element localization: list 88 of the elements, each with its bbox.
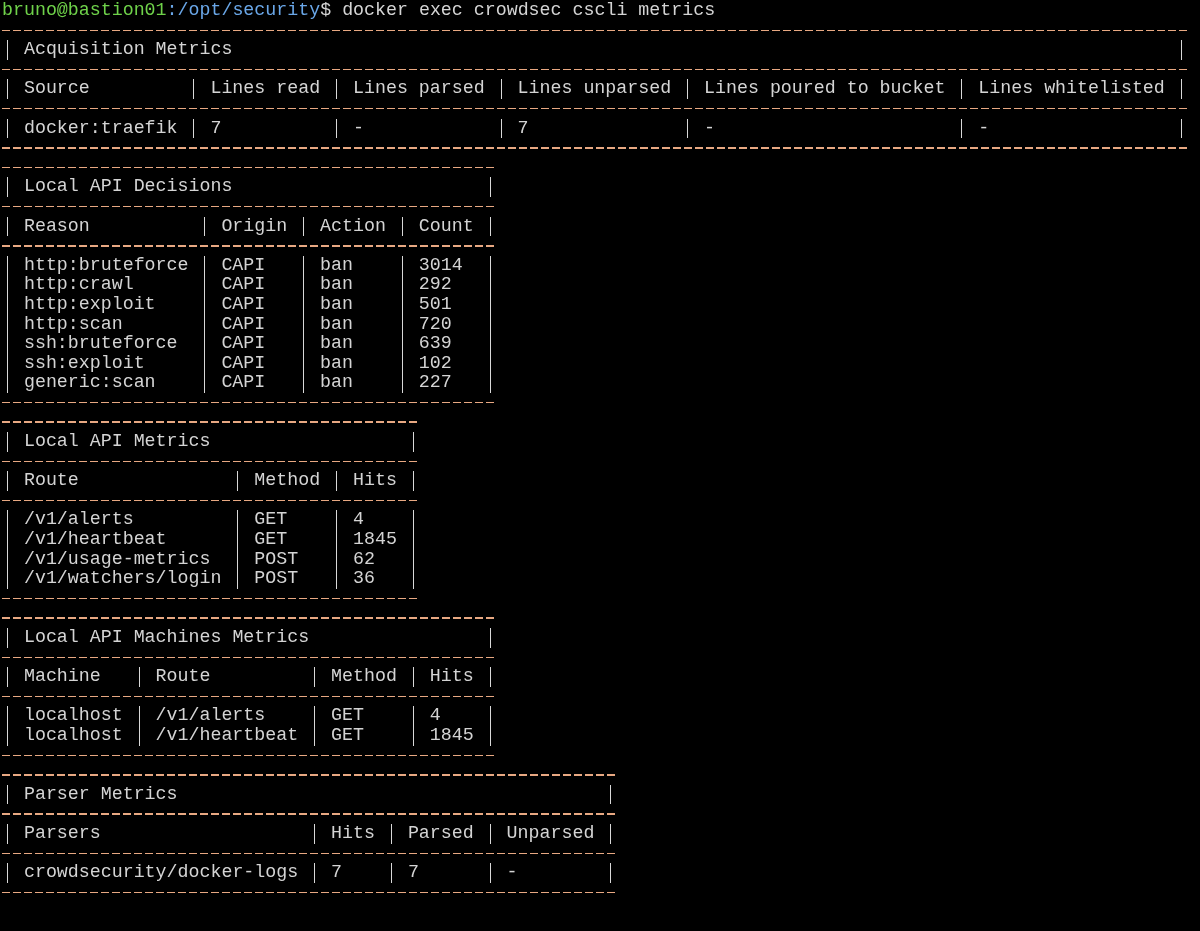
table-cell: 7 bbox=[517, 117, 529, 138]
column-header: Source bbox=[23, 78, 90, 99]
prompt-path: :/opt/security bbox=[166, 0, 321, 20]
column-header: Lines whitelisted bbox=[978, 78, 1165, 99]
prompt-user-host: bruno@bastion01 bbox=[2, 0, 167, 20]
command-text: docker exec crowdsec cscli metrics bbox=[342, 0, 716, 20]
table-cell: 292 bbox=[418, 274, 452, 295]
table-cell: CAPI bbox=[221, 333, 266, 354]
column-header: Unparsed bbox=[506, 822, 595, 843]
column-header: Reason bbox=[23, 215, 90, 236]
table-title: Local API Decisions bbox=[23, 176, 233, 197]
table-cell: ban bbox=[320, 313, 354, 334]
table-cell: /v1/usage-metrics bbox=[23, 548, 211, 569]
table-cell: crowdsecurity/docker-logs bbox=[23, 862, 299, 883]
table-cell: docker:traefik bbox=[23, 117, 178, 138]
table-cell: GET bbox=[331, 724, 364, 745]
table-cell: CAPI bbox=[221, 254, 266, 275]
table-cell: POST bbox=[254, 568, 299, 589]
column-header: Count bbox=[418, 215, 474, 236]
table-title: Acquisition Metrics bbox=[23, 39, 233, 60]
table-cell: localhost bbox=[23, 705, 123, 726]
table-cell: ban bbox=[320, 352, 354, 373]
column-header: Lines poured to bucket bbox=[704, 78, 946, 99]
table-cell: ssh:bruteforce bbox=[23, 333, 178, 354]
table-cell: CAPI bbox=[221, 313, 266, 334]
table-cell: ban bbox=[320, 372, 354, 393]
column-header: Lines unparsed bbox=[517, 78, 672, 99]
table-title: Local API Metrics bbox=[23, 431, 211, 452]
table-cell: 7 bbox=[407, 862, 419, 883]
column-header: Lines parsed bbox=[353, 78, 485, 99]
table-cell: 227 bbox=[418, 372, 452, 393]
table-cell: 102 bbox=[418, 352, 452, 373]
table-cell: 7 bbox=[210, 117, 222, 138]
column-header: Route bbox=[23, 470, 79, 491]
column-header: Method bbox=[331, 666, 397, 687]
table-cell: /v1/heartbeat bbox=[23, 529, 167, 550]
table-cell: 1845 bbox=[353, 529, 397, 550]
table-cell: CAPI bbox=[221, 352, 266, 373]
table-cell: ban bbox=[320, 293, 354, 314]
table-cell: 501 bbox=[418, 293, 452, 314]
column-header: Hits bbox=[331, 822, 375, 843]
table-cell: localhost bbox=[23, 724, 123, 745]
table-cell: - bbox=[978, 117, 990, 138]
table-cell: /v1/alerts bbox=[23, 509, 134, 530]
table-title: Local API Machines Metrics bbox=[23, 627, 310, 647]
column-header: Action bbox=[320, 215, 386, 236]
table-cell: http:bruteforce bbox=[23, 254, 189, 275]
column-header: Lines read bbox=[210, 78, 321, 99]
table-cell: http:exploit bbox=[23, 293, 156, 314]
table-cell: 4 bbox=[353, 509, 364, 530]
table-cell: - bbox=[506, 862, 518, 883]
table-cell: - bbox=[704, 117, 716, 138]
table-cell: generic:scan bbox=[23, 372, 156, 393]
table-cell: /v1/watchers/login bbox=[23, 568, 222, 589]
table-cell: http:crawl bbox=[23, 274, 134, 295]
table-cell: ssh:exploit bbox=[23, 352, 145, 373]
column-header: Machine bbox=[23, 666, 101, 687]
prompt-symbol: $ bbox=[320, 0, 332, 20]
table-cell: 7 bbox=[331, 862, 343, 883]
table-cell: - bbox=[353, 117, 364, 138]
table-cell: ban bbox=[320, 274, 354, 295]
column-header: Hits bbox=[353, 470, 397, 491]
column-header: Method bbox=[254, 470, 321, 491]
column-header: Hits bbox=[429, 666, 474, 687]
column-header: Route bbox=[155, 666, 211, 687]
table-cell: CAPI bbox=[221, 293, 266, 314]
table-cell: CAPI bbox=[221, 274, 266, 295]
column-header: Origin bbox=[221, 215, 288, 236]
table-cell: /v1/heartbeat bbox=[155, 724, 299, 745]
table-cell: GET bbox=[254, 529, 288, 550]
table-cell: ban bbox=[320, 333, 354, 354]
table-title: Parser Metrics bbox=[23, 783, 178, 804]
column-header: Parsers bbox=[23, 822, 101, 843]
table-cell: 720 bbox=[418, 313, 452, 334]
table-cell: POST bbox=[254, 548, 299, 569]
table-cell: ban bbox=[320, 254, 354, 275]
table-cell: CAPI bbox=[221, 372, 266, 393]
table-cell: GET bbox=[331, 705, 364, 726]
table-cell: GET bbox=[254, 509, 288, 530]
table-cell: 3014 bbox=[418, 254, 463, 275]
table-cell: /v1/alerts bbox=[155, 705, 266, 726]
table-cell: 62 bbox=[353, 548, 375, 569]
table-cell: 639 bbox=[418, 333, 452, 354]
table-cell: 4 bbox=[429, 705, 441, 726]
column-header: Parsed bbox=[407, 822, 474, 843]
table-cell: 36 bbox=[353, 568, 375, 589]
table-cell: 1845 bbox=[429, 724, 474, 745]
table-cell: http:scan bbox=[23, 313, 123, 334]
